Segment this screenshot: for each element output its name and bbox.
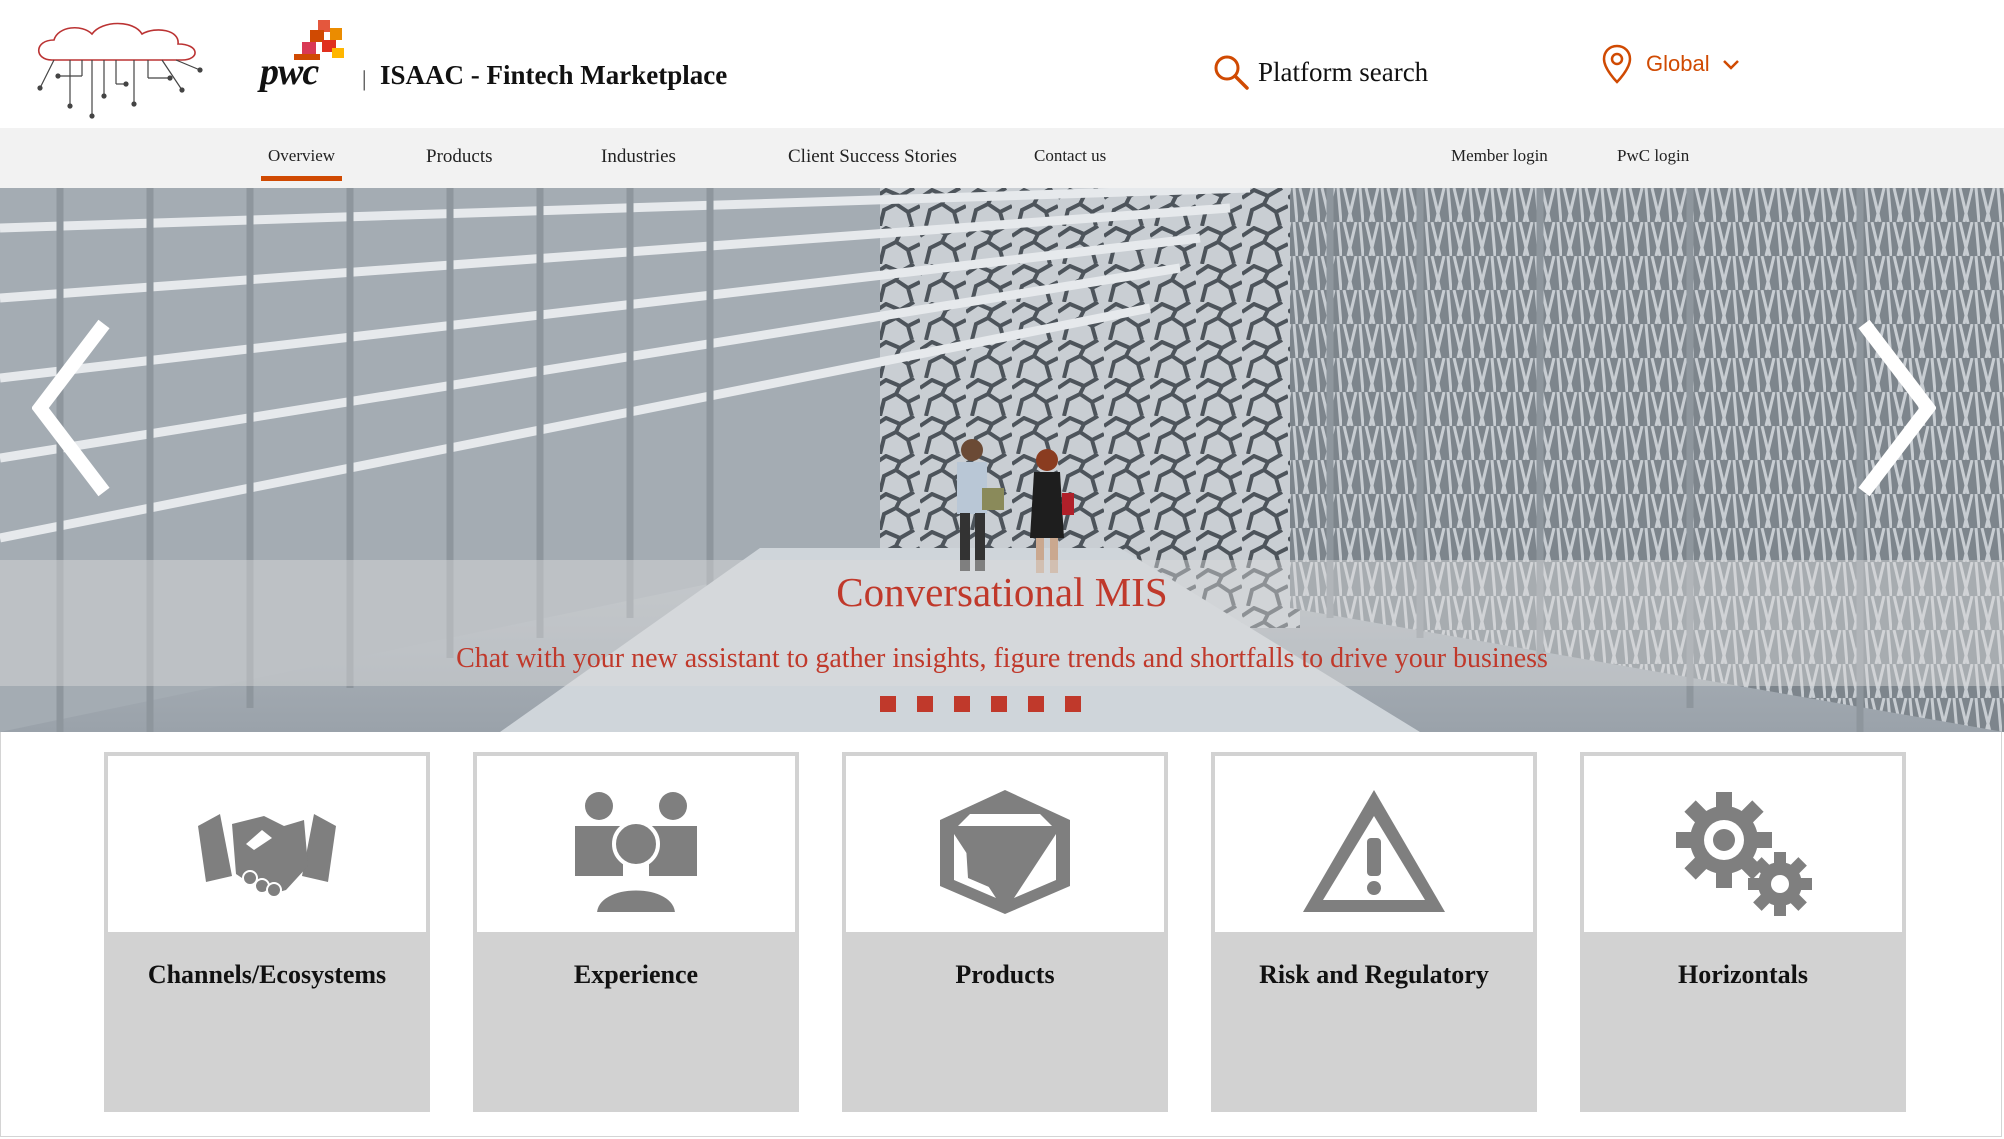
card-image-area	[1215, 756, 1533, 932]
card-label: Experience	[573, 960, 699, 989]
card-risk-and-regulatory[interactable]: Risk and Regulatory	[1211, 752, 1537, 1112]
handshake-icon	[198, 814, 336, 898]
people-group-icon	[575, 792, 697, 916]
nav-products[interactable]: Products	[426, 146, 493, 168]
region-selector[interactable]: Global	[1602, 44, 1740, 84]
card-horizontals[interactable]: Horizontals	[1580, 752, 1906, 1112]
search-icon	[1214, 55, 1249, 90]
cube-box-icon	[940, 790, 1070, 914]
card-image-area	[846, 756, 1164, 932]
card-label: Horizontals	[1678, 960, 1808, 989]
platform-search-button[interactable]: Platform search	[1212, 52, 1428, 92]
nav-contact-us[interactable]: Contact us	[1034, 146, 1106, 166]
nav-industries[interactable]: Industries	[601, 146, 676, 168]
card-image-area	[477, 756, 795, 932]
chevron-down-icon	[1722, 60, 1739, 70]
location-pin-icon	[1602, 44, 1632, 84]
site-header: pwc | ISAAC - Fintech Marketplace Platfo…	[0, 0, 2004, 128]
card-label: Products	[955, 960, 1055, 989]
carousel-dot[interactable]	[917, 696, 933, 712]
member-login-link[interactable]: Member login	[1451, 146, 1548, 166]
search-label: Platform search	[1258, 56, 1429, 87]
card-label: Risk and Regulatory	[1259, 960, 1489, 989]
hero-subtitle: Chat with your new assistant to gather i…	[456, 643, 1548, 674]
carousel-previous-arrow-icon[interactable]	[32, 318, 112, 498]
card-image-area	[108, 756, 426, 932]
main-navigation: Overview Products Industries Client Succ…	[0, 128, 2004, 188]
pwc-login-link[interactable]: PwC login	[1617, 146, 1689, 166]
card-channels-ecosystems[interactable]: Channels/Ecosystems	[104, 752, 430, 1112]
carousel-dot[interactable]	[880, 696, 896, 712]
card-products[interactable]: Products	[842, 752, 1168, 1112]
carousel-dot[interactable]	[1065, 696, 1081, 712]
carousel-dot[interactable]	[1028, 696, 1044, 712]
pwc-wordmark: pwc	[260, 51, 319, 93]
site-title[interactable]: ISAAC - Fintech Marketplace	[380, 60, 727, 91]
cloud-network-logo-icon[interactable]	[30, 18, 210, 123]
hero-carousel: Conversational MIS Chat with your new as…	[0, 188, 2004, 732]
warning-triangle-icon	[1303, 790, 1445, 912]
carousel-pagination	[880, 696, 1081, 712]
card-experience[interactable]: Experience	[473, 752, 799, 1112]
title-separator: |	[362, 66, 367, 91]
carousel-dot[interactable]	[954, 696, 970, 712]
nav-client-success-stories[interactable]: Client Success Stories	[788, 146, 957, 168]
hero-title: Conversational MIS	[836, 569, 1168, 615]
gears-icon	[1676, 792, 1812, 916]
card-image-area	[1584, 756, 1902, 932]
card-label: Channels/Ecosystems	[147, 960, 387, 989]
carousel-dot[interactable]	[991, 696, 1007, 712]
carousel-next-arrow-icon[interactable]	[1856, 318, 1936, 498]
nav-overview[interactable]: Overview	[260, 146, 343, 181]
region-label: Global	[1646, 51, 1710, 76]
